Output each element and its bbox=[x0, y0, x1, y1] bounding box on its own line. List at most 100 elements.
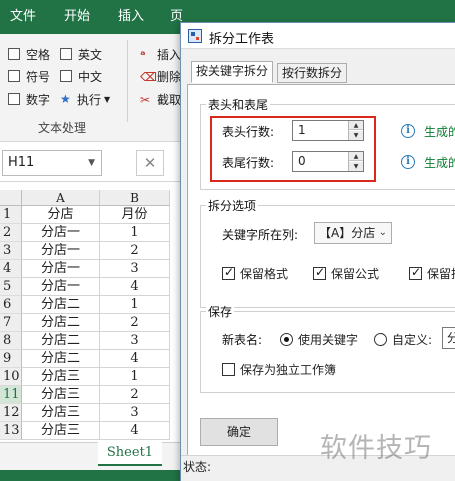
cell-month[interactable]: 3 bbox=[100, 260, 170, 278]
radio-selected-icon bbox=[280, 333, 293, 346]
star-icon: ★ bbox=[60, 91, 71, 106]
tab-split-by-keyword[interactable]: 按关键字拆分 bbox=[191, 61, 274, 83]
cell-store[interactable]: 分店二 bbox=[22, 314, 100, 332]
select-all-corner[interactable] bbox=[0, 190, 22, 206]
cell-month[interactable]: 1 bbox=[100, 296, 170, 314]
row-header[interactable]: 9 bbox=[0, 350, 22, 368]
insert-text-button[interactable]: ᵃ 插入 bbox=[140, 45, 181, 63]
save-independent-workbook-checkbox[interactable]: 保存为独立工作簿 bbox=[222, 361, 336, 378]
chevron-down-icon: ⌄ bbox=[378, 227, 387, 238]
check-digit[interactable]: 数字 bbox=[8, 90, 50, 108]
cell-store[interactable]: 分店二 bbox=[22, 332, 100, 350]
group-label-header-footer: 表头和表尾 bbox=[206, 96, 271, 113]
row-header[interactable]: 12 bbox=[0, 404, 22, 422]
keep-comment-checkbox[interactable]: 保留批 bbox=[409, 265, 455, 282]
cell-store[interactable]: 分店二 bbox=[22, 296, 100, 314]
group-label-text-processing: 文本处理 bbox=[38, 121, 87, 135]
group-label-split-options: 拆分选项 bbox=[206, 197, 259, 214]
key-column-label: 关键字所在列: bbox=[222, 228, 299, 242]
split-worksheet-dialog: 拆分工作表 按关键字拆分 按行数拆分 表头和表尾 表头行数: 1 ▲ ▼ i 生… bbox=[180, 22, 455, 481]
row-header[interactable]: 8 bbox=[0, 332, 22, 350]
dialog-title-bar[interactable]: 拆分工作表 bbox=[181, 23, 455, 49]
checkbox-checked-icon bbox=[313, 265, 326, 280]
cell-month[interactable]: 3 bbox=[100, 404, 170, 422]
cell-month[interactable]: 1 bbox=[100, 224, 170, 242]
tab-insert[interactable]: 插入 bbox=[118, 0, 144, 34]
cell-store[interactable]: 分店一 bbox=[22, 242, 100, 260]
cell-store[interactable]: 分店 bbox=[22, 206, 100, 224]
check-english[interactable]: 英文 bbox=[60, 45, 102, 63]
row-header[interactable]: 1 bbox=[0, 206, 22, 224]
dialog-title: 拆分工作表 bbox=[209, 32, 275, 47]
row-header[interactable]: 4 bbox=[0, 260, 22, 278]
cell-store[interactable]: 分店三 bbox=[22, 422, 100, 440]
insert-icon: ᵃ bbox=[140, 47, 146, 62]
cell-month[interactable]: 1 bbox=[100, 368, 170, 386]
cell-store[interactable]: 分店一 bbox=[22, 278, 100, 296]
check-chinese[interactable]: 中文 bbox=[60, 67, 102, 85]
row-header[interactable]: 7 bbox=[0, 314, 22, 332]
use-keyword-radio[interactable]: 使用关键字 bbox=[280, 331, 358, 348]
cell-month[interactable]: 月份 bbox=[100, 206, 170, 224]
cell-month[interactable]: 4 bbox=[100, 350, 170, 368]
cell-store[interactable]: 分店三 bbox=[22, 368, 100, 386]
execute-button[interactable]: ★ 执行 ▼ bbox=[60, 90, 110, 108]
row-header[interactable]: 11 bbox=[0, 386, 22, 404]
checkbox-checked-icon bbox=[222, 265, 235, 280]
ok-button[interactable]: 确定 bbox=[200, 418, 278, 446]
excel-status-bar bbox=[0, 470, 180, 481]
checkbox-icon bbox=[8, 93, 20, 105]
cell-month[interactable]: 2 bbox=[100, 386, 170, 404]
column-header-b[interactable]: B bbox=[100, 190, 170, 206]
keep-format-checkbox[interactable]: 保留格式 bbox=[222, 265, 288, 282]
checkbox-icon bbox=[222, 363, 235, 376]
column-header-a[interactable]: A bbox=[22, 190, 100, 206]
checkbox-icon bbox=[8, 48, 20, 60]
cell-month[interactable]: 4 bbox=[100, 278, 170, 296]
chevron-down-icon: ▼ bbox=[88, 158, 95, 168]
group-label-save: 保存 bbox=[206, 303, 235, 320]
key-column-select[interactable]: 【A】分店 ⌄ bbox=[314, 222, 392, 244]
radio-icon bbox=[374, 333, 387, 346]
cell-month[interactable]: 3 bbox=[100, 332, 170, 350]
ribbon-separator bbox=[127, 40, 128, 122]
footer-info-text: 生成的 bbox=[424, 156, 455, 170]
tab-home[interactable]: 开始 bbox=[64, 0, 90, 34]
cell-month[interactable]: 2 bbox=[100, 242, 170, 260]
check-symbol[interactable]: 符号 bbox=[8, 67, 50, 85]
cell-month[interactable]: 2 bbox=[100, 314, 170, 332]
tab-file[interactable]: 文件 bbox=[10, 0, 36, 34]
info-icon: i bbox=[401, 155, 415, 169]
custom-name-radio[interactable]: 自定义: bbox=[374, 331, 432, 348]
row-header[interactable]: 10 bbox=[0, 368, 22, 386]
sheet-tab-sheet1[interactable]: Sheet1 bbox=[98, 442, 162, 466]
new-name-label: 新表名: bbox=[222, 333, 263, 347]
cell-store[interactable]: 分店三 bbox=[22, 386, 100, 404]
cell-store[interactable]: 分店三 bbox=[22, 404, 100, 422]
delete-text-button[interactable]: ⌫ 删除 bbox=[140, 67, 181, 85]
row-header[interactable]: 6 bbox=[0, 296, 22, 314]
row-header[interactable]: 13 bbox=[0, 422, 22, 440]
cell-store[interactable]: 分店二 bbox=[22, 350, 100, 368]
extract-icon: ✂ bbox=[140, 92, 151, 107]
custom-name-input[interactable]: 分 bbox=[442, 327, 455, 349]
formula-cancel-icon[interactable]: ✕ bbox=[136, 150, 164, 176]
check-space[interactable]: 空格 bbox=[8, 45, 50, 63]
row-header[interactable]: 2 bbox=[0, 224, 22, 242]
extract-text-button[interactable]: ✂ 截取 bbox=[140, 90, 181, 108]
cell-store[interactable]: 分店一 bbox=[22, 224, 100, 242]
checkbox-icon bbox=[8, 70, 20, 82]
cell-store[interactable]: 分店一 bbox=[22, 260, 100, 278]
tab-split-by-rows[interactable]: 按行数拆分 bbox=[277, 63, 348, 83]
highlight-annotation-box bbox=[210, 116, 376, 182]
name-box[interactable]: H11 ▼ bbox=[2, 150, 102, 176]
delete-icon: ⌫ bbox=[140, 69, 157, 84]
info-icon: i bbox=[401, 124, 415, 138]
keep-formula-checkbox[interactable]: 保留公式 bbox=[313, 265, 379, 282]
checkbox-icon bbox=[60, 48, 72, 60]
row-header[interactable]: 3 bbox=[0, 242, 22, 260]
app-icon bbox=[188, 29, 202, 43]
row-header[interactable]: 5 bbox=[0, 278, 22, 296]
cell-month[interactable]: 4 bbox=[100, 422, 170, 440]
group-split-options bbox=[200, 205, 455, 308]
